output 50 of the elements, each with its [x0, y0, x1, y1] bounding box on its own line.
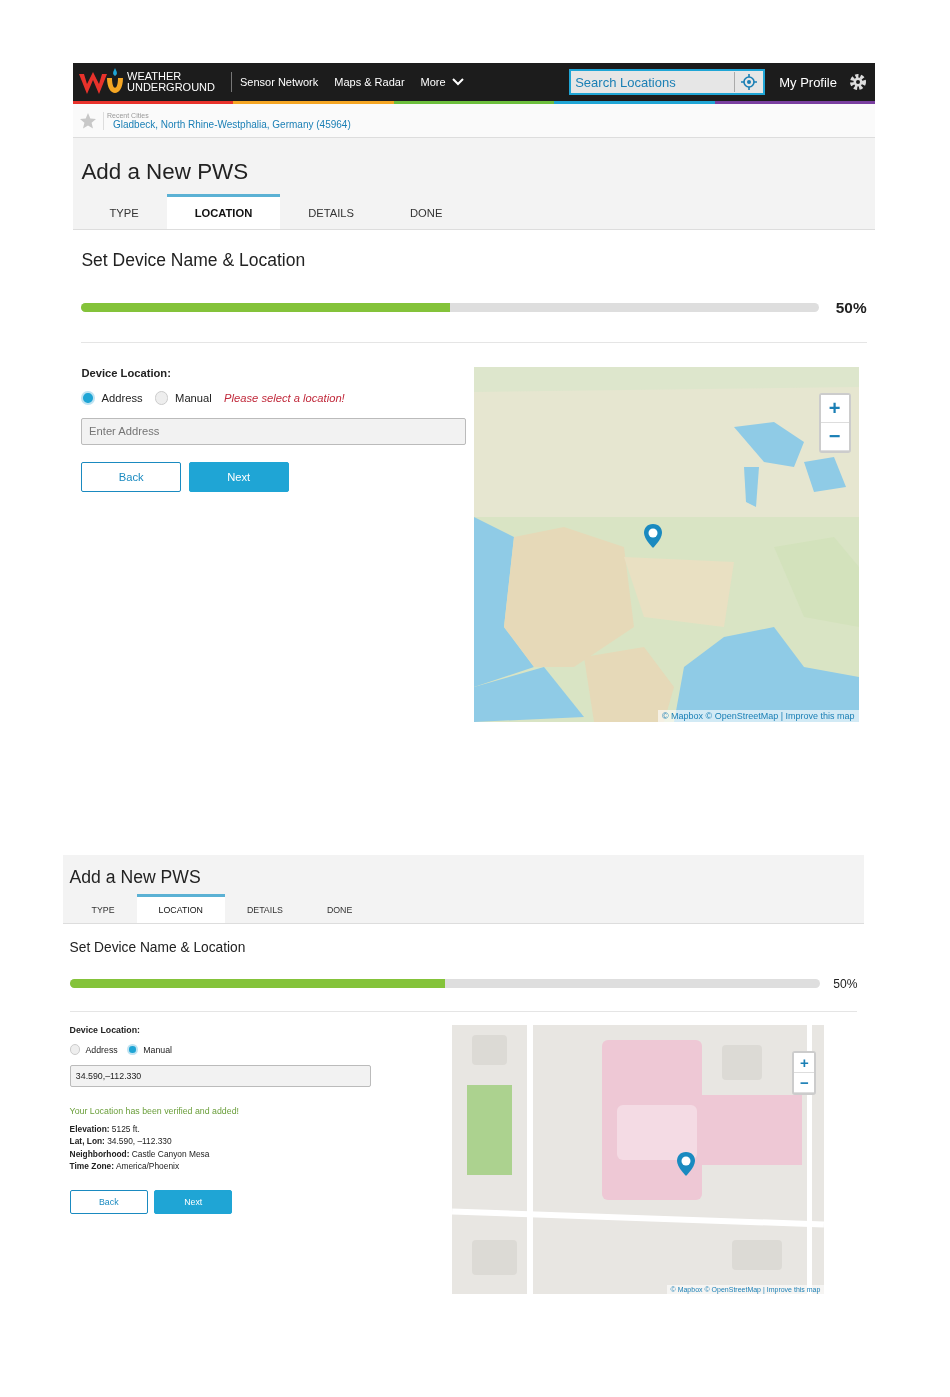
- caret-icon: [451, 78, 464, 86]
- tab[interactable]: DETAILS: [224, 894, 305, 923]
- nav-link[interactable]: Sensor Network: [240, 76, 319, 88]
- map-pin-icon: [675, 1151, 696, 1178]
- address-field[interactable]: 34.590,–112.330: [69, 1065, 371, 1087]
- back-button[interactable]: Back: [81, 461, 182, 492]
- radio-option[interactable]: Manual: [154, 391, 212, 405]
- radio-option[interactable]: Address: [81, 391, 143, 405]
- field-label: Device Location:: [69, 1024, 141, 1035]
- success-message: Your Location has been verified and added!: [69, 1105, 240, 1116]
- zoom-in-button[interactable]: +: [794, 1052, 815, 1073]
- search-field[interactable]: Search Locations: [569, 69, 766, 95]
- section-title: Set Device Name & Location: [69, 939, 247, 955]
- city-link[interactable]: Gladbeck, North Rhine-Westphalia, Germany (45964): [107, 118, 351, 130]
- detail-line: Elevation: 5125 ft.: [69, 1122, 141, 1136]
- address-field[interactable]: Enter Address: [81, 418, 467, 445]
- tab[interactable]: DONE: [382, 193, 471, 229]
- logo-icon: [77, 68, 123, 96]
- detail-line: Time Zone: America/Phoenix: [69, 1160, 181, 1173]
- profile-link[interactable]: My Profile: [779, 74, 837, 90]
- tab[interactable]: LOCATION: [166, 193, 281, 229]
- nav-link[interactable]: Maps & Radar: [334, 76, 405, 88]
- map-pin-icon: [643, 523, 663, 549]
- nav-link[interactable]: More: [420, 76, 464, 88]
- progress-reading: 50%: [835, 298, 867, 317]
- section-title: Set Device Name & Location: [81, 249, 307, 271]
- tab[interactable]: TYPE: [81, 193, 167, 229]
- zoom-out-button[interactable]: −: [794, 1072, 815, 1093]
- detail-line: Lat, Lon: 34.590, –112.330: [69, 1135, 173, 1148]
- page-title: Add a New PWS: [69, 866, 202, 889]
- settings-icon: [849, 73, 867, 91]
- map-attribution[interactable]: © Mapbox © OpenStreetMap | Improve this map: [657, 709, 859, 722]
- tab[interactable]: DONE: [304, 894, 375, 923]
- zoom-out-button[interactable]: −: [820, 422, 849, 451]
- detail-line: Neighborhood: Castle Canyon Mesa: [69, 1147, 211, 1161]
- tab[interactable]: LOCATION: [136, 894, 225, 923]
- tab[interactable]: TYPE: [69, 894, 137, 923]
- star-icon: [79, 111, 97, 130]
- logo-text: WEATHER: [127, 71, 183, 82]
- radio-option[interactable]: Address: [69, 1044, 118, 1055]
- progress-reading: 50%: [833, 976, 858, 991]
- back-button[interactable]: Back: [69, 1190, 148, 1215]
- tab[interactable]: DETAILS: [280, 193, 383, 229]
- logo-text: UNDERGROUND: [127, 82, 215, 93]
- page-title: Add a New PWS: [81, 159, 250, 186]
- field-label: Device Location:: [81, 366, 172, 379]
- radio-option[interactable]: Manual: [127, 1044, 173, 1055]
- locate-icon: [741, 74, 758, 90]
- error-message: Please select a location!: [224, 391, 345, 404]
- zoom-in-button[interactable]: +: [820, 394, 849, 423]
